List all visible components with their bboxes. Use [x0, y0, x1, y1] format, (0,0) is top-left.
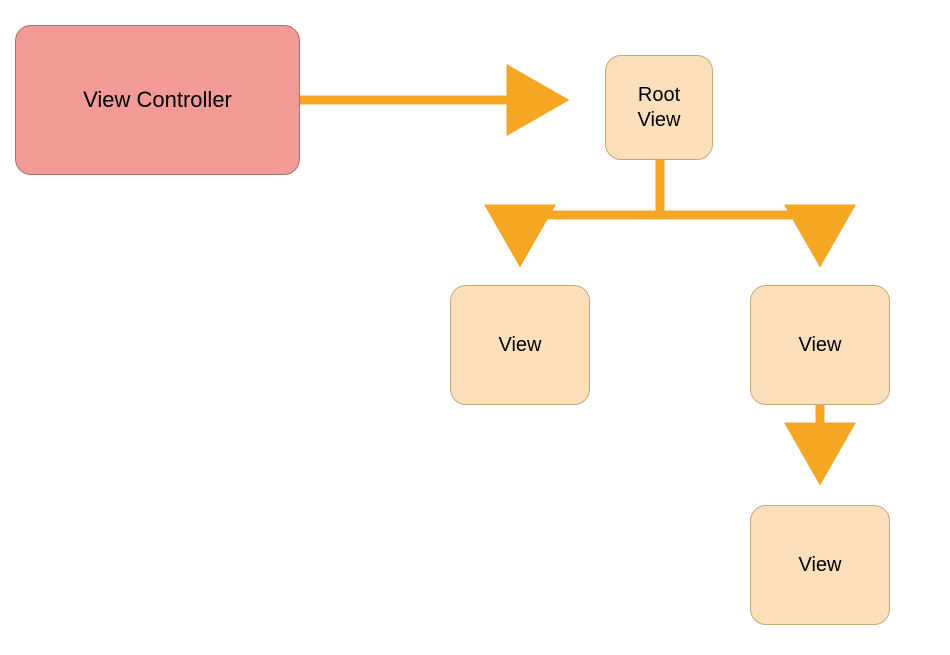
- node-view-left: View: [450, 285, 590, 405]
- node-label: View Controller: [83, 86, 232, 114]
- node-view-right: View: [750, 285, 890, 405]
- node-root-view: Root View: [605, 55, 713, 160]
- node-view-bottom: View: [750, 505, 890, 625]
- node-label: Root View: [638, 83, 681, 133]
- node-label: View: [499, 333, 542, 358]
- node-label: View: [799, 553, 842, 578]
- node-view-controller: View Controller: [15, 25, 300, 175]
- node-label: View: [799, 333, 842, 358]
